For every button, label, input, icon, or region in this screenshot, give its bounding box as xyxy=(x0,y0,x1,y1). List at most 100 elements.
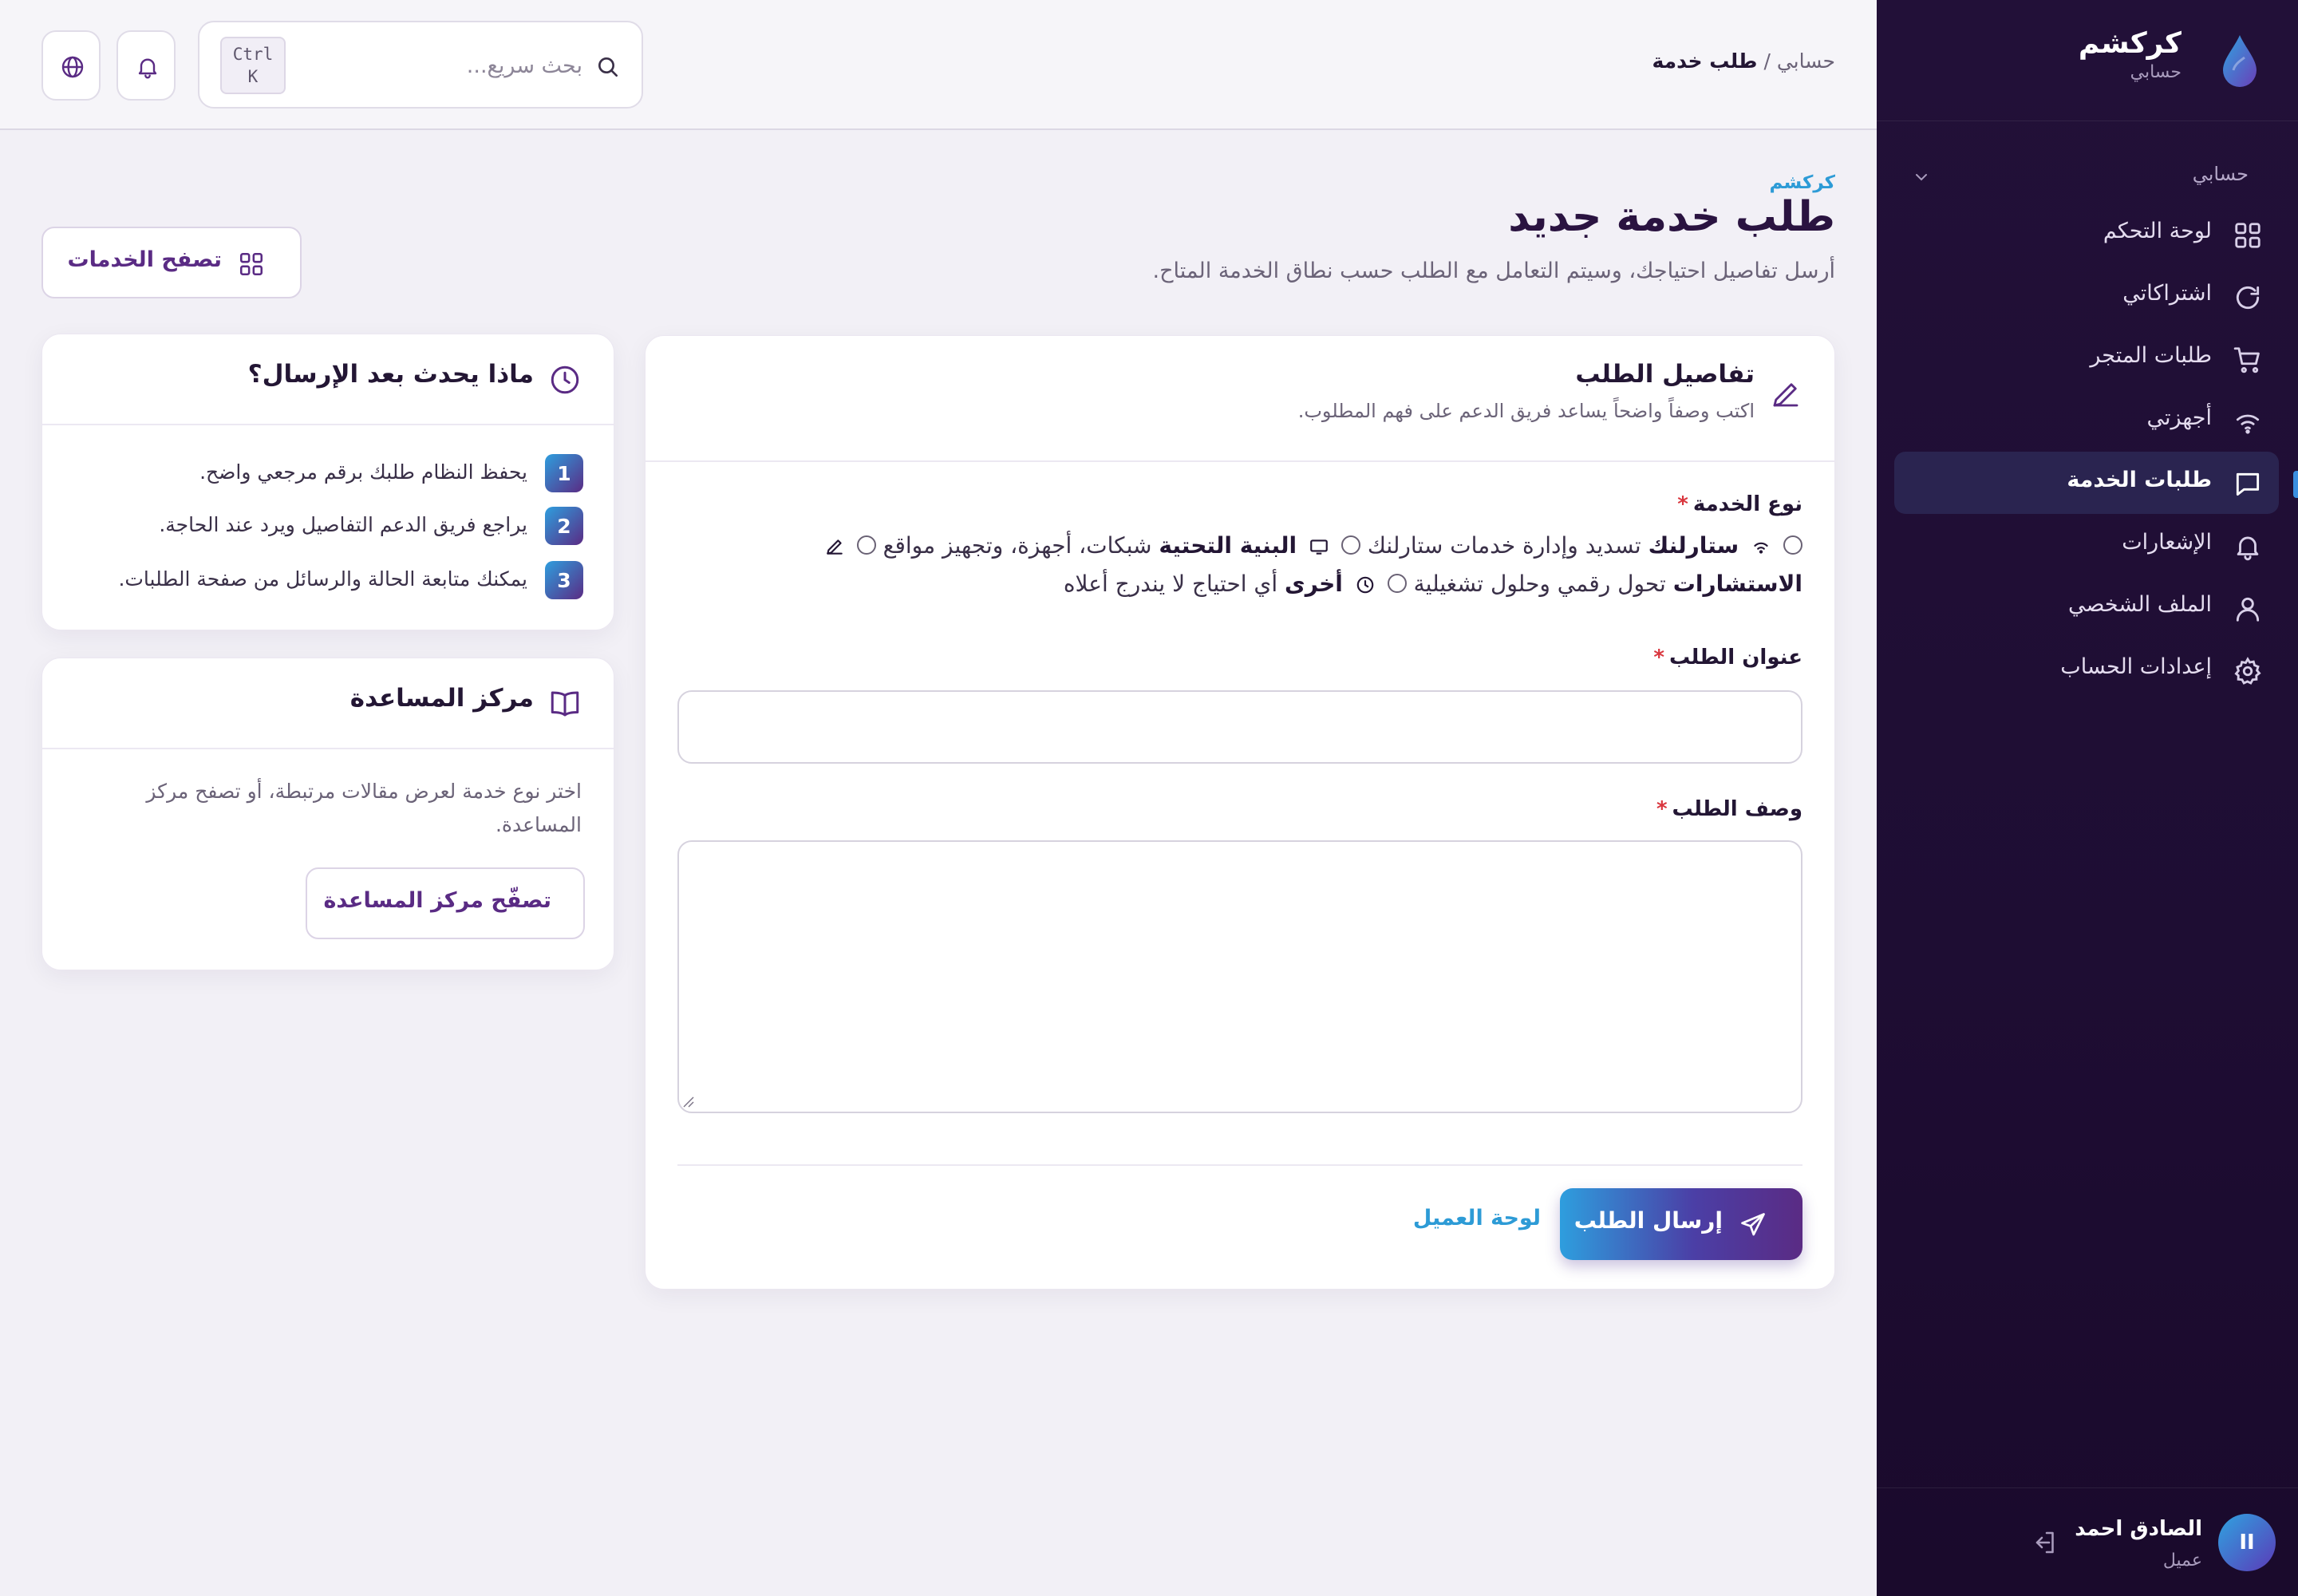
step-text: يراجع فريق الدعم التفاصيل ويرد عند الحاج… xyxy=(159,513,527,536)
browse-help-center-label: تصفّح مركز المساعدة xyxy=(323,888,551,913)
chevron-down-icon xyxy=(1912,168,1931,187)
grid-icon xyxy=(238,251,265,278)
language-button[interactable] xyxy=(41,30,101,101)
pencil-icon xyxy=(824,536,845,557)
breadcrumb-separator: / xyxy=(1763,49,1771,73)
step-number: 1 xyxy=(545,454,583,492)
active-indicator xyxy=(2293,471,2298,498)
cart-icon xyxy=(2233,345,2263,375)
drop-logo-icon xyxy=(2220,34,2260,89)
resize-handle-icon[interactable] xyxy=(682,1096,695,1108)
logout-icon[interactable] xyxy=(2030,1528,2059,1557)
wifi-icon xyxy=(1751,536,1771,557)
nav-group-toggle[interactable]: حسابي xyxy=(1877,156,2298,198)
request-title-label-text: عنوان الطلب xyxy=(1669,646,1802,670)
radio-option-3[interactable] xyxy=(856,535,876,555)
request-title-input[interactable] xyxy=(677,690,1802,764)
radio-infrastructure[interactable] xyxy=(1340,535,1360,555)
sidebar-item-label: الإشعارات xyxy=(2122,530,2212,555)
radio-other[interactable] xyxy=(1387,574,1407,593)
form-card-header: تفاصيل الطلب اكتب وصفاً واضحاً يساعد فري… xyxy=(646,336,1834,462)
submit-label: إرسال الطلب xyxy=(1573,1207,1723,1234)
bell-icon xyxy=(2233,531,2263,562)
browse-services-button[interactable]: تصفح الخدمات xyxy=(41,227,302,298)
option-desc: شبكات، أجهزة، وتجهيز مواقع xyxy=(882,532,1152,559)
sidebar-item-devices[interactable]: أجهزتي xyxy=(1894,389,2279,452)
sidebar-item-dashboard[interactable]: لوحة التحكم xyxy=(1894,203,2279,265)
sidebar-item-account-settings[interactable]: إعدادات الحساب xyxy=(1894,638,2279,701)
monitor-icon xyxy=(1309,536,1329,557)
notifications-button[interactable] xyxy=(116,30,176,101)
required-mark: * xyxy=(1656,797,1668,821)
option-desc: تسديد وإدارة خدمات ستارلنك xyxy=(1367,532,1641,559)
customer-dashboard-link[interactable]: لوحة العميل xyxy=(1413,1206,1541,1231)
required-mark: * xyxy=(1653,646,1665,670)
radio-starlink[interactable] xyxy=(1783,535,1802,555)
search-icon xyxy=(595,54,621,80)
sidebar-item-store-orders[interactable]: طلبات المتجر xyxy=(1894,327,2279,389)
shortcut-key: K xyxy=(247,67,259,86)
step-item: 2 يراجع فريق الدعم التفاصيل ويرد عند الح… xyxy=(73,507,583,545)
form-divider xyxy=(677,1164,1802,1166)
bell-icon xyxy=(138,58,157,79)
sidebar-item-label: إعدادات الحساب xyxy=(2060,654,2212,679)
help-center-header: مركز المساعدة xyxy=(42,658,614,749)
user-name: الصادق احمد xyxy=(2075,1517,2202,1541)
service-options-row-2: الاستشارات تحول رقمي وحلول تشغيلية أخرى … xyxy=(677,571,1802,597)
sidebar-item-profile[interactable]: الملف الشخصي xyxy=(1894,576,2279,638)
sidebar-item-label: الملف الشخصي xyxy=(2068,592,2212,617)
step-item: 1 يحفظ النظام طلبك برقم مرجعي واضح. xyxy=(73,454,583,492)
browse-help-center-button[interactable]: تصفّح مركز المساعدة xyxy=(306,867,585,939)
user-icon xyxy=(2233,594,2263,624)
brand-name: كركشم xyxy=(2078,27,2182,60)
page-title: طلب خدمة جديد xyxy=(1508,193,1835,241)
grid-icon xyxy=(2233,220,2263,251)
request-description-label-text: وصف الطلب xyxy=(1672,797,1802,821)
after-submit-title: ماذا يحدث بعد الإرسال؟ xyxy=(247,360,534,389)
clock-icon xyxy=(548,363,582,397)
option-desc: أي احتياج لا يندرج أعلاه xyxy=(1063,571,1278,597)
request-form-card: تفاصيل الطلب اكتب وصفاً واضحاً يساعد فري… xyxy=(645,335,1835,1290)
breadcrumb-current: طلب خدمة xyxy=(1652,49,1758,73)
after-submit-header: ماذا يحدث بعد الإرسال؟ xyxy=(42,334,614,425)
option-desc: تحول رقمي وحلول تشغيلية xyxy=(1413,571,1666,597)
step-number: 3 xyxy=(545,561,583,599)
step-text: يحفظ النظام طلبك برقم مرجعي واضح. xyxy=(199,460,527,484)
search-input[interactable] xyxy=(343,45,582,86)
sidebar-item-label: أجهزتي xyxy=(2146,405,2212,430)
brand-subtitle: حسابي xyxy=(2130,62,2182,82)
help-center-text: اختر نوع خدمة لعرض مقالات مرتبطة، أو تصف… xyxy=(146,780,582,836)
sidebar-item-label: اشتراكاتي xyxy=(2122,281,2212,306)
sidebar-item-subscriptions[interactable]: اشتراكاتي xyxy=(1894,265,2279,327)
step-number: 2 xyxy=(545,507,583,545)
required-mark: * xyxy=(1677,492,1688,516)
option-name: ستارلنك xyxy=(1648,532,1739,559)
service-type-label-text: نوع الخدمة xyxy=(1692,492,1802,516)
request-description-textarea[interactable] xyxy=(677,840,1802,1113)
submit-request-button[interactable]: إرسال الطلب xyxy=(1560,1188,1802,1260)
option-name: أخرى xyxy=(1285,571,1343,597)
quick-search[interactable]: Ctrl K xyxy=(198,21,643,109)
shortcut-ctrl: Ctrl xyxy=(232,45,274,64)
brand-header: كركشم حسابي xyxy=(1877,0,2298,121)
sidebar-item-service-requests[interactable]: طلبات الخدمة xyxy=(1894,452,2279,514)
help-center-title: مركز المساعدة xyxy=(349,684,534,713)
sidebar-item-label: طلبات الخدمة xyxy=(2067,468,2212,492)
avatar[interactable]: II xyxy=(2218,1514,2276,1571)
message-icon xyxy=(2233,469,2263,500)
top-bar: حسابي / طلب خدمة Ctrl K xyxy=(0,0,1877,130)
request-title-label: عنوان الطلب* xyxy=(1653,646,1802,670)
gear-icon xyxy=(2233,656,2263,686)
service-options-row-1: ستارلنك تسديد وإدارة خدمات ستارلنك البني… xyxy=(677,532,1802,559)
refresh-icon xyxy=(2233,282,2263,313)
breadcrumb-root[interactable]: حسابي xyxy=(1777,49,1835,73)
page-eyebrow: كركشم xyxy=(1769,172,1836,193)
sidebar-item-label: طلبات المتجر xyxy=(2090,343,2212,368)
option-name: الاستشارات xyxy=(1672,571,1802,597)
after-submit-card: ماذا يحدث بعد الإرسال؟ 1 يحفظ النظام طلب… xyxy=(41,334,614,630)
globe-icon xyxy=(61,56,84,78)
service-type-label: نوع الخدمة* xyxy=(1677,492,1802,516)
clock-icon xyxy=(1355,575,1376,595)
request-description-label: وصف الطلب* xyxy=(1656,797,1802,821)
sidebar-item-notifications[interactable]: الإشعارات xyxy=(1894,514,2279,576)
